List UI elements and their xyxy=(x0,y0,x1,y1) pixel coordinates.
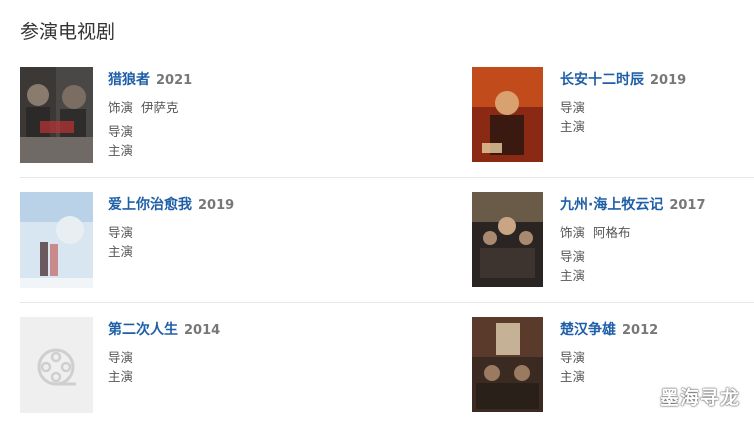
show-title[interactable]: 长安十二时辰 xyxy=(560,72,644,88)
show-year: 2014 xyxy=(184,323,221,338)
watermark: 墨海寻龙 xyxy=(659,387,740,409)
director-label: 导演 xyxy=(560,249,586,264)
row-divider xyxy=(20,177,754,178)
director-label: 导演 xyxy=(560,350,586,365)
director-label: 导演 xyxy=(108,225,134,240)
lead-label: 主演 xyxy=(560,369,586,384)
role-line: 饰演 伊萨克 xyxy=(108,97,179,116)
lead-label: 主演 xyxy=(108,244,134,259)
poster-lielangzhe[interactable] xyxy=(20,67,93,163)
show-card-dierci: 第二次人生 2014 导演 主演 xyxy=(20,317,360,417)
poster-changan[interactable] xyxy=(472,67,543,162)
show-year: 2012 xyxy=(622,323,659,338)
show-year: 2021 xyxy=(156,73,193,88)
show-card-changan: 长安十二时辰 2019 导演 主演 xyxy=(472,67,742,167)
role-label: 饰演 xyxy=(560,225,586,240)
show-year: 2017 xyxy=(669,198,706,213)
show-card-aishangni: 爱上你治愈我 2019 导演 主演 xyxy=(20,192,360,292)
show-title[interactable]: 第二次人生 xyxy=(108,322,178,338)
role-label: 饰演 xyxy=(108,100,134,115)
poster-aishangni[interactable] xyxy=(20,192,93,288)
role-name: 阿格布 xyxy=(593,225,631,240)
show-title[interactable]: 九州·海上牧云记 xyxy=(560,197,663,213)
lead-label: 主演 xyxy=(108,143,134,158)
lead-label: 主演 xyxy=(560,268,586,283)
show-year: 2019 xyxy=(650,73,687,88)
role-line: 饰演 阿格布 xyxy=(560,222,631,241)
show-title[interactable]: 爱上你治愈我 xyxy=(108,197,192,213)
role-name: 伊萨克 xyxy=(141,100,179,115)
lead-label: 主演 xyxy=(108,369,134,384)
director-label: 导演 xyxy=(560,100,586,115)
section-title: 参演电视剧 xyxy=(20,21,116,43)
show-title[interactable]: 猎狼者 xyxy=(108,72,150,88)
poster-jiuzhou[interactable] xyxy=(472,192,543,287)
film-reel-icon xyxy=(20,317,93,413)
show-title[interactable]: 楚汉争雄 xyxy=(560,322,616,338)
poster-placeholder[interactable] xyxy=(20,317,93,413)
director-label: 导演 xyxy=(108,124,134,139)
row-divider xyxy=(20,302,754,303)
poster-chuhan[interactable] xyxy=(472,317,543,412)
director-label: 导演 xyxy=(108,350,134,365)
show-year: 2019 xyxy=(198,198,235,213)
lead-label: 主演 xyxy=(560,119,586,134)
show-card-lielangzhe: 猎狼者 2021 饰演 伊萨克 导演 主演 xyxy=(20,67,360,167)
show-card-jiuzhou: 九州·海上牧云记 2017 饰演 阿格布 导演 主演 xyxy=(472,192,742,292)
